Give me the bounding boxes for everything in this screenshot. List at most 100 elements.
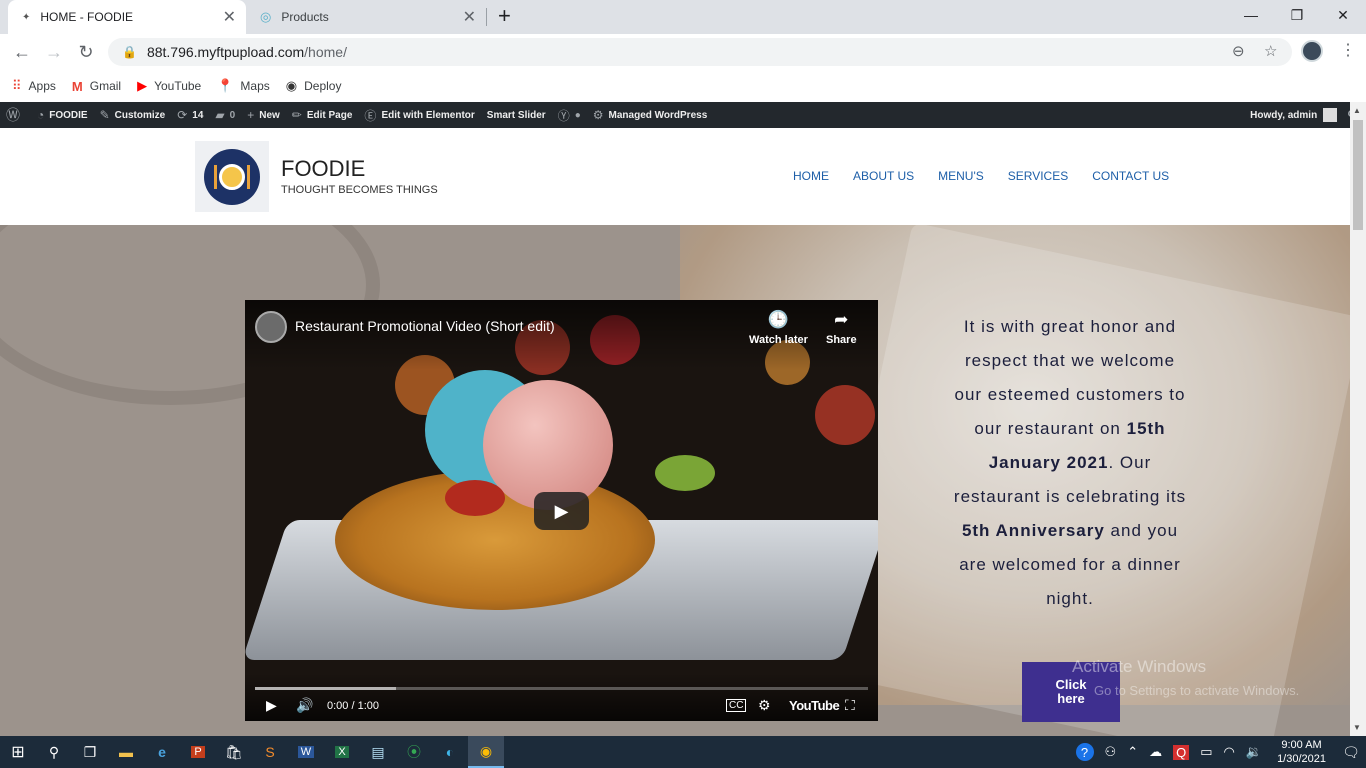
tab-products[interactable]: ◎ Products ✕ — [250, 0, 486, 34]
nav-contact-us[interactable]: CONTACT US — [1092, 169, 1169, 183]
sublime-icon[interactable]: S — [252, 736, 288, 768]
new-tab-button[interactable]: + — [498, 4, 511, 28]
wp-customize-link[interactable]: ✎ Customize — [100, 108, 166, 122]
store-icon[interactable]: 🛍 — [216, 736, 252, 768]
internet-explorer-icon[interactable]: e — [144, 736, 180, 768]
wp-howdy-label[interactable]: Howdy, admin — [1250, 110, 1317, 121]
word-icon[interactable]: W — [288, 736, 324, 768]
channel-avatar[interactable] — [255, 311, 287, 343]
comment-icon: ▰ — [215, 108, 225, 122]
task-view-icon[interactable]: ❐ — [72, 736, 108, 768]
wp-edit-page-link[interactable]: ✏ Edit Page — [292, 108, 353, 122]
close-window-button[interactable]: ✕ — [1320, 4, 1366, 26]
close-tab-icon[interactable]: ✕ — [463, 7, 476, 27]
share-button[interactable]: ➦ Share — [826, 310, 857, 346]
youtube-icon: ▶ — [137, 78, 148, 93]
wp-elementor-label: Edit with Elementor — [381, 109, 475, 121]
wordpress-logo-button[interactable]: Ⓦ — [6, 105, 25, 125]
scroll-down-icon[interactable]: ▼ — [1353, 723, 1361, 732]
video-progress-bar[interactable] — [255, 687, 868, 690]
chrome-icon[interactable]: ◉ — [468, 736, 504, 768]
notification-center-icon[interactable]: 🗨 — [1336, 744, 1366, 761]
captions-icon[interactable]: CC — [726, 699, 747, 712]
bookmark-gmail[interactable]: M Gmail — [72, 79, 121, 94]
nav-services[interactable]: SERVICES — [1008, 169, 1068, 183]
bookmark-label: Deploy — [304, 79, 342, 93]
wordpress-favicon-icon: ✦ — [22, 11, 31, 23]
excel-icon[interactable]: X — [324, 736, 360, 768]
people-icon[interactable]: ⚇ — [1105, 744, 1117, 760]
wp-managed-link[interactable]: ⚙ Managed WordPress — [593, 108, 708, 122]
battery-icon[interactable]: ▭ — [1200, 744, 1212, 760]
play-icon: ▶ — [554, 500, 569, 521]
activate-windows-hint: Go to Settings to activate Windows. — [1094, 683, 1300, 698]
site-logo[interactable] — [195, 141, 269, 212]
wp-elementor-link[interactable]: Ⓔ Edit with Elementor — [364, 107, 474, 124]
youtube-logo[interactable]: YouTube — [789, 698, 840, 713]
windows-start-icon[interactable]: ⊞ — [0, 736, 36, 768]
tab-title: Products — [281, 10, 329, 24]
speaker-icon[interactable]: 🔉 — [1246, 744, 1262, 760]
plate-logo-icon — [204, 148, 260, 205]
nav-about-us[interactable]: ABOUT US — [853, 169, 914, 183]
watch-later-button[interactable]: 🕒 Watch later — [749, 310, 808, 346]
clock-date: 1/30/2021 — [1277, 753, 1326, 765]
bookmark-youtube[interactable]: ▶ YouTube — [137, 78, 201, 94]
file-explorer-icon[interactable]: ▬ — [108, 736, 144, 768]
scroll-thumb[interactable] — [1353, 120, 1363, 230]
zoom-icon[interactable]: ⊖ — [1232, 42, 1245, 60]
knife-icon — [247, 164, 250, 189]
notepad-icon[interactable]: ▤ — [360, 736, 396, 768]
taskbar-clock[interactable]: 9:00 AM 1/30/2021 — [1277, 738, 1326, 766]
windows-taskbar: ⊞ ⚲ ❐ ▬ e P 🛍 S W X ▤ ⦿ ◐ ◉ ? ⚇ ⌃ ☁ Q ▭ … — [0, 736, 1366, 768]
volume-icon[interactable]: 🔊 — [296, 697, 313, 714]
search-icon[interactable]: ⚲ — [36, 736, 72, 768]
wp-yoast-link[interactable]: Ⓨ ● — [558, 107, 581, 124]
video-kiwi — [655, 455, 715, 491]
browser-menu-icon[interactable]: ⋮ — [1340, 40, 1356, 60]
show-hidden-icons[interactable]: ⌃ — [1127, 744, 1138, 760]
help-icon[interactable]: ? — [1075, 743, 1094, 761]
wp-smart-slider-link[interactable]: Smart Slider — [487, 110, 546, 121]
antivirus-icon[interactable]: Q — [1173, 744, 1190, 760]
page-scrollbar[interactable]: ▲ ▼ — [1350, 102, 1366, 736]
close-tab-icon[interactable]: ✕ — [223, 7, 236, 27]
video-player[interactable]: Restaurant Promotional Video (Short edit… — [245, 300, 878, 721]
wp-managed-label: Managed WordPress — [608, 109, 708, 121]
site-title[interactable]: FOODIE — [281, 156, 365, 182]
wifi-icon[interactable]: ◠ — [1224, 744, 1235, 760]
onedrive-icon[interactable]: ☁ — [1149, 744, 1162, 760]
profile-avatar[interactable] — [1301, 40, 1323, 62]
minimize-button[interactable]: — — [1228, 4, 1274, 26]
video-title[interactable]: Restaurant Promotional Video (Short edit… — [295, 318, 555, 334]
bookmark-apps[interactable]: ⠿ Apps — [12, 78, 56, 94]
fullscreen-icon[interactable]: ⛶ — [845, 697, 855, 714]
settings-gear-icon[interactable]: ⚙ — [758, 697, 771, 714]
play-button[interactable]: ▶ — [534, 492, 589, 530]
edge-icon[interactable]: ◐ — [432, 736, 468, 768]
address-bar[interactable]: 🔒 88t.796.myftpupload.com/home/ — [108, 38, 1292, 66]
powerpoint-icon[interactable]: P — [180, 736, 216, 768]
clock-time: 9:00 AM — [1281, 739, 1322, 751]
bookmark-deploy[interactable]: ◉ Deploy — [286, 78, 342, 94]
elementor-icon: Ⓔ — [364, 108, 377, 123]
wp-comments-count: 0 — [229, 109, 236, 121]
tab-home-foodie[interactable]: ✦ HOME - FOODIE ✕ — [8, 0, 246, 34]
wp-comments-link[interactable]: ▰ 0 — [215, 108, 235, 122]
maps-pin-icon[interactable]: ⦿ — [396, 736, 432, 768]
nav-home[interactable]: HOME — [793, 169, 829, 183]
scroll-up-icon[interactable]: ▲ — [1353, 106, 1361, 115]
back-arrow-icon[interactable]: ← — [10, 40, 34, 64]
wordpress-logo-icon: Ⓦ — [6, 107, 20, 123]
play-control-icon[interactable]: ▶ — [266, 697, 277, 714]
nav-menus[interactable]: MENU'S — [938, 169, 984, 183]
forward-arrow-icon[interactable]: → — [42, 40, 66, 64]
wp-avatar[interactable] — [1323, 108, 1338, 122]
wp-site-link[interactable]: ◔ FOODIE — [37, 108, 88, 122]
reload-icon[interactable]: ↻ — [74, 40, 98, 64]
wp-updates-link[interactable]: ⟳ 14 — [177, 108, 203, 122]
bookmark-maps[interactable]: 📍 Maps — [217, 78, 270, 94]
wp-new-link[interactable]: + New — [247, 108, 280, 122]
restore-button[interactable]: ❐ — [1274, 4, 1320, 26]
bookmark-star-icon[interactable]: ☆ — [1264, 42, 1277, 60]
